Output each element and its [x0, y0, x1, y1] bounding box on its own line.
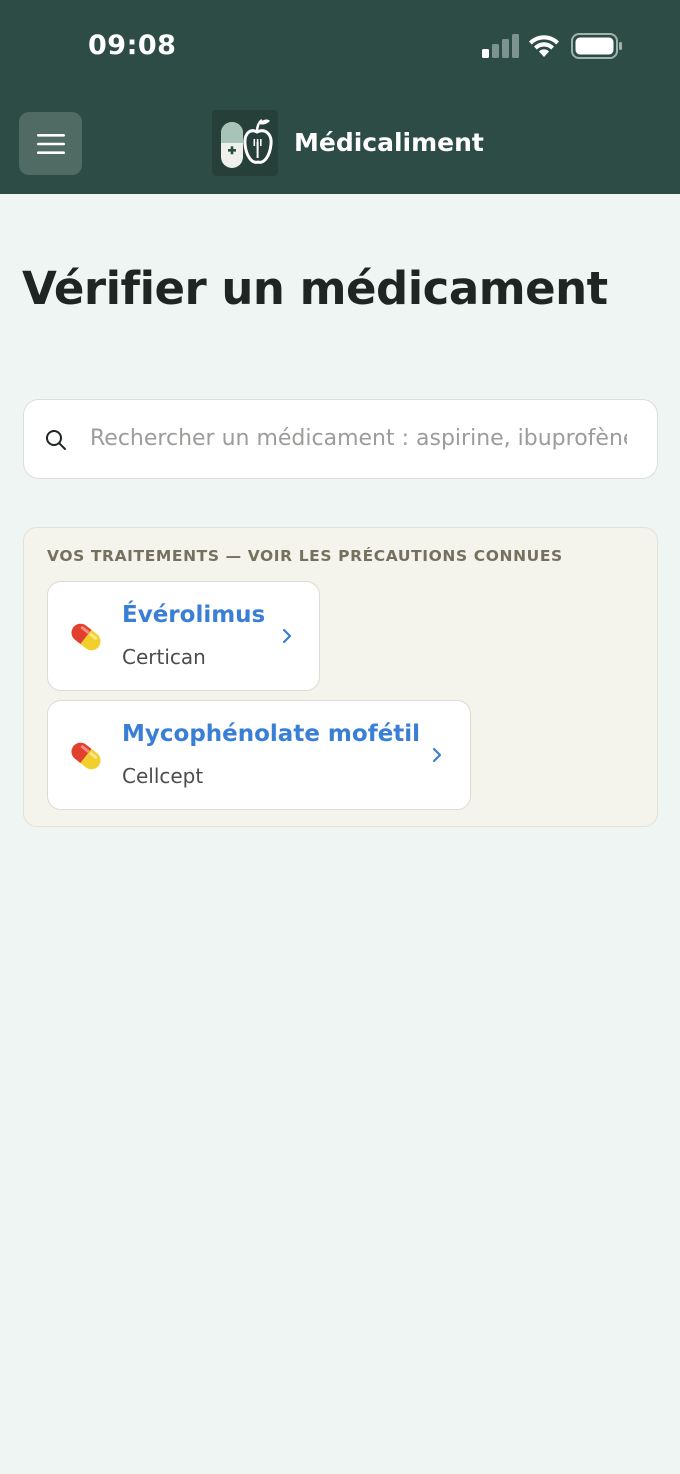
menu-button[interactable]	[19, 112, 82, 175]
treatments-panel: VOS TRAITEMENTS — VOIR LES PRÉCAUTIONS C…	[23, 527, 658, 827]
hamburger-menu-icon	[36, 133, 65, 154]
pill-icon	[71, 742, 101, 770]
treatment-card-mycophenolate[interactable]: Mycophénolate mofétil Cellcept	[47, 700, 471, 810]
chevron-right-icon	[432, 747, 442, 763]
drug-name: Mycophénolate mofétil	[122, 721, 421, 747]
app-header: Médicaliment	[0, 92, 680, 194]
status-bar: 09:08	[0, 0, 680, 92]
search-input[interactable]	[90, 400, 627, 477]
app-logo-icon	[212, 110, 278, 176]
cellular-signal-icon	[482, 34, 519, 58]
treatments-heading: VOS TRAITEMENTS — VOIR LES PRÉCAUTIONS C…	[47, 547, 563, 565]
battery-icon	[571, 33, 622, 59]
search-box[interactable]	[23, 399, 658, 479]
app-title: Médicaliment	[294, 128, 484, 157]
page-title: Vérifier un médicament	[22, 262, 608, 315]
status-time: 09:08	[88, 30, 177, 61]
pill-icon	[71, 623, 101, 651]
drug-name: Évérolimus	[122, 602, 266, 628]
brand-name: Certican	[122, 645, 206, 669]
search-icon	[46, 430, 66, 450]
chevron-right-icon	[282, 628, 292, 644]
wifi-icon	[529, 35, 559, 57]
brand-name: Cellcept	[122, 764, 204, 788]
treatment-card-everolimus[interactable]: Évérolimus Certican	[47, 581, 320, 691]
